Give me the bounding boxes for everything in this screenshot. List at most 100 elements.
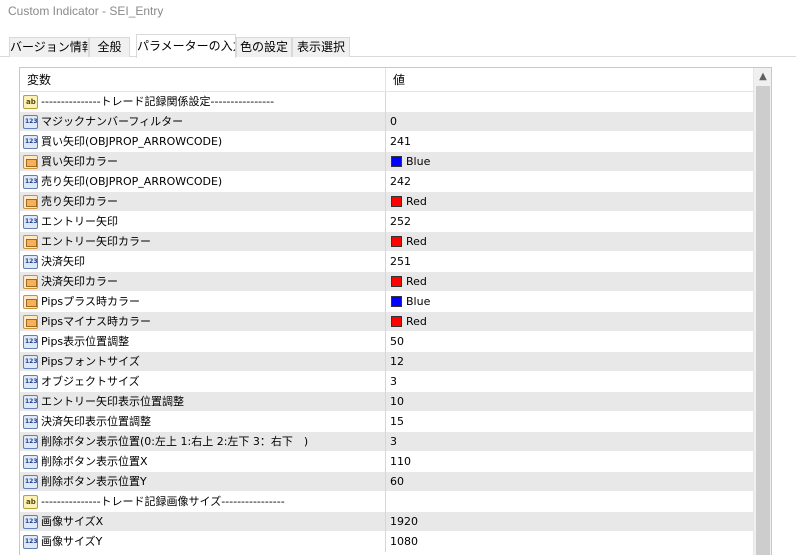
value-cell[interactable]: Red	[386, 232, 753, 252]
tab-colors[interactable]: 色の設定	[236, 37, 292, 57]
value-text: 15	[390, 415, 404, 428]
table-row[interactable]: 画像サイズX 1920	[20, 512, 753, 532]
value-cell[interactable]: 60	[386, 472, 753, 492]
integer-icon	[23, 355, 38, 369]
table-row[interactable]: 画像サイズY 1080	[20, 532, 753, 552]
value-cell[interactable]: 3	[386, 432, 753, 452]
variable-name: 削除ボタン表示位置(0:左上 1:右上 2:左下 3：右下 )	[41, 435, 309, 448]
variable-name: ---------------トレード記録関係設定---------------…	[41, 95, 275, 108]
table-row[interactable]: オブジェクトサイズ 3	[20, 372, 753, 392]
value-cell[interactable]: 50	[386, 332, 753, 352]
table-row[interactable]: マジックナンバーフィルター 0	[20, 112, 753, 132]
value-text: 12	[390, 355, 404, 368]
column-header-value[interactable]: 値	[386, 68, 753, 92]
value-cell[interactable]: 251	[386, 252, 753, 272]
integer-icon	[23, 515, 38, 529]
table-row[interactable]: ---------------トレード記録画像サイズ--------------…	[20, 492, 753, 512]
table-row[interactable]: 削除ボタン表示位置X 110	[20, 452, 753, 472]
integer-icon	[23, 475, 38, 489]
integer-icon	[23, 175, 38, 189]
table-row[interactable]: エントリー矢印 252	[20, 212, 753, 232]
table-row[interactable]: 買い矢印(OBJPROP_ARROWCODE) 241	[20, 132, 753, 152]
value-text: Red	[406, 275, 427, 288]
table-row[interactable]: 売り矢印(OBJPROP_ARROWCODE) 242	[20, 172, 753, 192]
variable-name: 買い矢印カラー	[41, 155, 118, 168]
variable-name: 買い矢印(OBJPROP_ARROWCODE)	[41, 135, 223, 148]
value-cell[interactable]: Red	[386, 312, 753, 332]
value-cell[interactable]: 241	[386, 132, 753, 152]
variable-name: 画像サイズX	[41, 515, 104, 528]
integer-icon	[23, 535, 38, 549]
variable-cell: Pipsプラス時カラー	[20, 292, 386, 312]
integer-icon	[23, 115, 38, 129]
value-cell[interactable]: 252	[386, 212, 753, 232]
table-row[interactable]: Pipsフォントサイズ 12	[20, 352, 753, 372]
variable-name: エントリー矢印	[41, 215, 118, 228]
table-row[interactable]: Pips表示位置調整 50	[20, 332, 753, 352]
color-icon	[23, 195, 38, 209]
variable-cell: 決済矢印表示位置調整	[20, 412, 386, 432]
value-cell[interactable]: Blue	[386, 152, 753, 172]
color-swatch	[391, 316, 402, 327]
table-row[interactable]: ---------------トレード記録関係設定---------------…	[20, 92, 753, 112]
value-cell[interactable]: 1920	[386, 512, 753, 532]
integer-icon	[23, 215, 38, 229]
column-header-variable[interactable]: 変数	[20, 68, 386, 92]
tab-visualization[interactable]: 表示選択	[292, 37, 350, 57]
value-cell[interactable]	[386, 492, 753, 512]
value-text: Red	[406, 195, 427, 208]
value-cell[interactable]: 242	[386, 172, 753, 192]
value-text: 241	[390, 135, 411, 148]
table-row[interactable]: エントリー矢印表示位置調整 10	[20, 392, 753, 412]
table-row[interactable]: 売り矢印カラー Red	[20, 192, 753, 212]
variable-cell: Pipsマイナス時カラー	[20, 312, 386, 332]
value-text: Blue	[406, 295, 431, 308]
color-icon	[23, 155, 38, 169]
title-bar: Custom Indicator - SEI_Entry	[0, 0, 796, 26]
variable-name: Pipsプラス時カラー	[41, 295, 140, 308]
table-row[interactable]: Pipsプラス時カラー Blue	[20, 292, 753, 312]
table-row[interactable]: Pipsマイナス時カラー Red	[20, 312, 753, 332]
value-cell[interactable]	[386, 92, 753, 112]
value-cell[interactable]: Red	[386, 272, 753, 292]
value-cell[interactable]: 3	[386, 372, 753, 392]
scroll-up-arrow-icon[interactable]: ▲	[754, 68, 771, 85]
tab-general[interactable]: 全般	[89, 37, 130, 57]
table-row[interactable]: 決済矢印カラー Red	[20, 272, 753, 292]
integer-icon	[23, 455, 38, 469]
scroll-thumb[interactable]	[756, 86, 770, 555]
variable-name: 決済矢印	[41, 255, 85, 268]
value-cell[interactable]: 10	[386, 392, 753, 412]
table-row[interactable]: 買い矢印カラー Blue	[20, 152, 753, 172]
table-row[interactable]: 決済矢印 251	[20, 252, 753, 272]
value-cell[interactable]: 12	[386, 352, 753, 372]
variable-cell: 売り矢印カラー	[20, 192, 386, 212]
value-cell[interactable]: 0	[386, 112, 753, 132]
value-cell[interactable]: 1080	[386, 532, 753, 552]
integer-icon	[23, 395, 38, 409]
variable-name: 決済矢印カラー	[41, 275, 118, 288]
tab-version-info[interactable]: バージョン情報	[9, 37, 89, 57]
variable-name: ---------------トレード記録画像サイズ--------------…	[41, 495, 285, 508]
value-cell[interactable]: 15	[386, 412, 753, 432]
variable-name: エントリー矢印カラー	[41, 235, 151, 248]
table-row[interactable]: エントリー矢印カラー Red	[20, 232, 753, 252]
table-row[interactable]: 削除ボタン表示位置(0:左上 1:右上 2:左下 3：右下 ) 3	[20, 432, 753, 452]
variable-cell: 削除ボタン表示位置X	[20, 452, 386, 472]
tab-input-parameters[interactable]: パラメーターの入力	[136, 34, 236, 58]
variable-cell: マジックナンバーフィルター	[20, 112, 386, 132]
value-text: 252	[390, 215, 411, 228]
variable-name: マジックナンバーフィルター	[41, 115, 184, 128]
table-row[interactable]: 決済矢印表示位置調整 15	[20, 412, 753, 432]
table-row[interactable]: 削除ボタン表示位置Y 60	[20, 472, 753, 492]
variable-name: 削除ボタン表示位置Y	[41, 475, 147, 488]
value-cell[interactable]: Red	[386, 192, 753, 212]
value-cell[interactable]: Blue	[386, 292, 753, 312]
table-header: 変数 値	[20, 68, 753, 92]
variable-cell: 削除ボタン表示位置(0:左上 1:右上 2:左下 3：右下 )	[20, 432, 386, 452]
vertical-scrollbar[interactable]: ▲	[753, 68, 771, 555]
variable-cell: 買い矢印(OBJPROP_ARROWCODE)	[20, 132, 386, 152]
variable-name: オブジェクトサイズ	[41, 375, 140, 388]
value-cell[interactable]: 110	[386, 452, 753, 472]
variable-cell: 買い矢印カラー	[20, 152, 386, 172]
